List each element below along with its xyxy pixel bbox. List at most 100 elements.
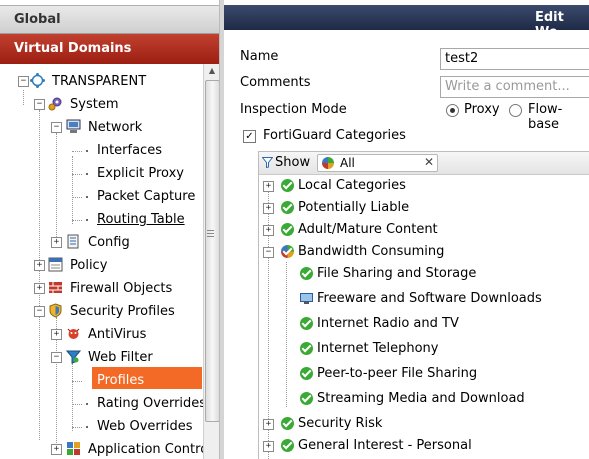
collapse-icon[interactable]: − (18, 76, 29, 87)
comments-input[interactable]: Write a comment... (440, 76, 589, 98)
leaf-dot-icon (86, 150, 88, 152)
name-label: Name (240, 49, 279, 64)
scrollbar-thumb[interactable] (205, 80, 219, 422)
tree-item-packet-capture[interactable]: Packet Capture (72, 187, 202, 207)
tree-item-interfaces[interactable]: Interfaces (72, 141, 202, 161)
virtual-domains-label: Virtual Domains (14, 41, 132, 56)
tree-item-label: TRANSPARENT (52, 74, 147, 89)
expand-icon[interactable]: + (263, 203, 274, 214)
category-label: Internet Telephony (317, 341, 439, 356)
allow-check-icon (281, 439, 294, 452)
category-label: Freeware and Software Downloads (317, 291, 542, 306)
collapse-icon[interactable]: − (51, 352, 62, 363)
category-row-security-risk[interactable]: + Security Risk (259, 413, 589, 435)
clear-filter-icon[interactable]: ✕ (424, 155, 434, 169)
fortiguard-categories-checkbox[interactable]: ✓ (243, 130, 256, 143)
category-label: Adult/Mature Content (298, 222, 438, 237)
name-input-value: test2 (445, 51, 479, 66)
navigation-tree: − TRANSPARENT − System − Network Interfa… (0, 64, 206, 459)
tree-item-transparent[interactable]: − TRANSPARENT (14, 72, 204, 92)
tree-item-rating-overrides[interactable]: Rating Overrides (72, 394, 206, 414)
policy-icon (48, 257, 63, 272)
allow-check-icon (300, 317, 313, 330)
global-header[interactable]: Global (0, 5, 219, 34)
tree-item-label: Routing Table (97, 212, 185, 227)
tree-item-antivirus[interactable]: + AntiVirus (47, 325, 197, 345)
monitor-icon (300, 293, 313, 304)
expand-icon[interactable]: + (51, 329, 62, 340)
tree-guide (72, 381, 82, 382)
config-icon (67, 234, 79, 249)
collapse-icon[interactable]: − (34, 306, 45, 317)
system-gear-icon (48, 97, 62, 111)
allow-check-icon (281, 417, 294, 430)
tree-item-routing-table[interactable]: Routing Table (72, 210, 202, 230)
category-label: Security Risk (298, 416, 383, 431)
tree-item-label: Network (88, 120, 143, 135)
expand-icon[interactable]: + (51, 444, 62, 455)
expand-icon[interactable]: + (263, 225, 274, 236)
leaf-dot-icon (86, 196, 88, 198)
tree-guide (72, 404, 82, 405)
category-row-internet-radio-and-tv[interactable]: Internet Radio and TV (259, 313, 589, 335)
tree-item-web-overrides[interactable]: Web Overrides (72, 417, 202, 437)
scroll-up-arrow-icon[interactable]: ▲ (204, 64, 219, 78)
tree-item-explicit-proxy[interactable]: Explicit Proxy (72, 164, 202, 184)
category-row-potentially-liable[interactable]: + Potentially Liable (259, 197, 589, 219)
tree-item-web-filter[interactable]: − Web Filter (47, 348, 197, 368)
category-row-general-interest-personal[interactable]: + General Interest - Personal (259, 435, 589, 457)
inspection-flow-radio[interactable] (509, 104, 522, 117)
expand-icon[interactable]: + (263, 181, 274, 192)
filter-select[interactable]: All ✕ (317, 154, 438, 172)
tree-item-policy[interactable]: + Policy (30, 256, 200, 276)
left-navigation-pane: Global Virtual Domains − TRANSPARENT − S… (0, 0, 219, 459)
tree-item-network[interactable]: − Network (47, 118, 197, 138)
category-list: Show All ✕ + Local Categories + Potentia… (258, 151, 589, 459)
collapse-icon[interactable]: − (263, 247, 274, 258)
collapse-icon[interactable]: − (51, 122, 62, 133)
tree-item-config[interactable]: + Config (47, 233, 197, 253)
collapse-icon[interactable]: − (34, 99, 45, 110)
tree-item-label: Interfaces (97, 143, 162, 158)
web-filter-icon (66, 350, 81, 364)
expand-icon[interactable]: + (263, 419, 274, 430)
tree-item-firewall-objects[interactable]: + Firewall Objects (30, 279, 200, 299)
category-row-local-categories[interactable]: + Local Categories (259, 175, 589, 197)
category-row-adult-mature-content[interactable]: + Adult/Mature Content (259, 219, 589, 241)
category-row-freeware-and-software-downloads[interactable]: Freeware and Software Downloads (259, 288, 589, 310)
inspection-flow-label: Flow-base (528, 102, 563, 132)
tree-item-label: Packet Capture (97, 189, 196, 204)
firewall-objects-icon (49, 282, 62, 293)
antivirus-icon (67, 328, 80, 339)
vdom-globe-icon (30, 73, 45, 88)
inspection-proxy-radio[interactable] (446, 104, 459, 117)
fortiguard-categories-label: FortiGuard Categories (263, 128, 406, 143)
category-row-internet-telephony[interactable]: Internet Telephony (259, 338, 589, 360)
expand-icon[interactable]: + (51, 237, 62, 248)
tree-guide (23, 90, 24, 105)
category-row-file-sharing-and-storage[interactable]: File Sharing and Storage (259, 263, 589, 285)
name-input[interactable]: test2 (440, 48, 589, 70)
tree-guide (72, 197, 82, 198)
tree-guide (72, 174, 82, 175)
tree-scrollbar[interactable]: ▲ (203, 64, 219, 459)
tree-item-security-profiles[interactable]: − Security Profiles (30, 302, 200, 322)
expand-icon[interactable]: + (34, 283, 45, 294)
leaf-dot-icon (86, 426, 88, 428)
category-label: Bandwidth Consuming (298, 244, 445, 259)
virtual-domains-header[interactable]: Virtual Domains (0, 34, 219, 64)
filter-funnel-icon[interactable] (262, 157, 273, 168)
tree-guide (72, 427, 82, 428)
expand-icon[interactable]: + (34, 260, 45, 271)
tree-item-profiles[interactable]: Profiles (72, 371, 202, 391)
tree-item-system[interactable]: − System (30, 95, 200, 115)
edit-web-filter-panel: Edit We Name test2 Comments Write a comm… (224, 0, 589, 459)
category-row-peer-to-peer-file-sharing[interactable]: Peer-to-peer File Sharing (259, 363, 589, 385)
allow-check-icon (300, 342, 313, 355)
tree-item-application-control[interactable]: + Application Contro (47, 440, 203, 459)
category-label: Peer-to-peer File Sharing (317, 366, 478, 381)
category-row-streaming-media-and-download[interactable]: Streaming Media and Download (259, 388, 589, 410)
allow-check-icon (281, 223, 294, 236)
expand-icon[interactable]: + (263, 441, 274, 452)
category-row-bandwidth-consuming[interactable]: − Bandwidth Consuming (259, 241, 589, 263)
